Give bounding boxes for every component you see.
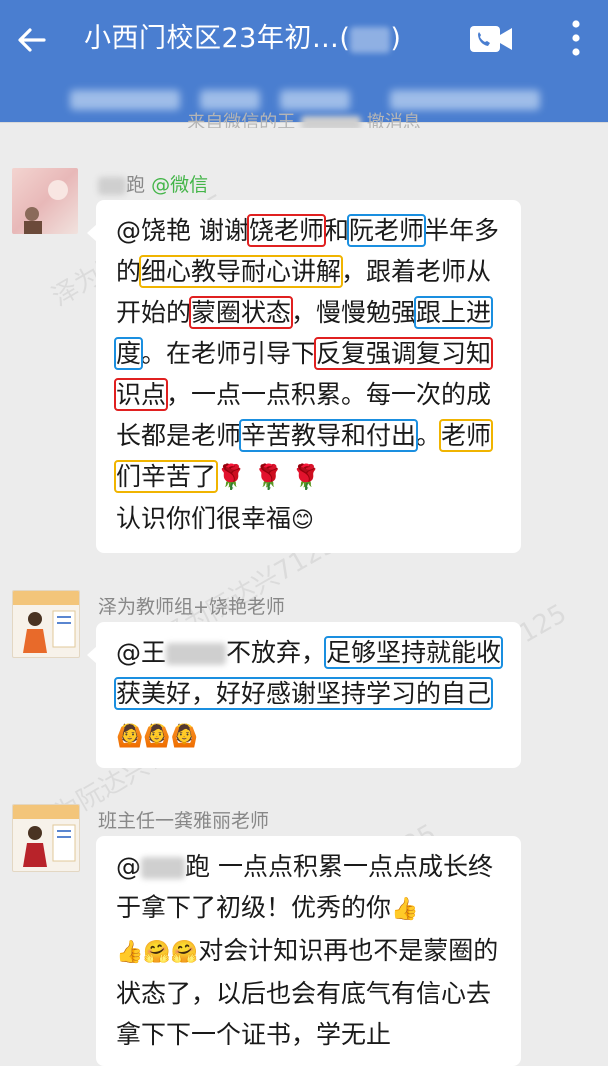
chat-title: 小西门校区23年初…() [84, 20, 401, 58]
back-arrow-icon[interactable] [14, 22, 50, 58]
more-icon[interactable] [566, 16, 586, 60]
rose-emoji-icon: 🌹 🌹 🌹 [216, 463, 321, 491]
sender-name: 班主任一龚雅丽老师 [98, 810, 270, 832]
message-bubble[interactable]: @ 跑 一点点积累一点点成长终于拿下了初级！优秀的你👍 👍🤗🤗对会计知识再也不是蒙圈… [96, 836, 521, 1066]
avatar[interactable] [12, 168, 78, 234]
video-call-icon[interactable] [468, 22, 514, 56]
redacted-block [200, 90, 260, 110]
sender-name: 跑 @微信 [98, 170, 208, 197]
avatar-photo-icon [24, 180, 68, 234]
chat-header: 小西门校区23年初…() [0, 0, 608, 78]
sender-name: 泽为教师组+饶艳老师 [98, 596, 285, 618]
chat-title-text: 小西门校区23年初…( [84, 23, 351, 54]
system-notice: 来自微信的王 撤消息 [187, 112, 421, 128]
message-bubble[interactable]: @饶艳 谢谢饶老师和阮老师半年多的细心教导耐心讲解，跟着老师从开始的蒙圈状态，慢… [87, 200, 521, 553]
redacted-count [350, 26, 391, 53]
emoji-group-icon: 👍🤗🤗 [116, 940, 199, 965]
teacher-avatar-icon [13, 805, 79, 867]
redacted-block [390, 90, 540, 110]
person-emoji-icon: 🙆🙆🙆 [116, 724, 199, 749]
avatar[interactable] [12, 804, 80, 872]
smile-emoji-icon: 😊 [291, 508, 314, 533]
avatar[interactable] [12, 590, 80, 658]
chat-title-suffix: ) [390, 23, 402, 54]
redacted-block [70, 90, 180, 110]
thumbs-up-emoji-icon: 👍 [391, 897, 419, 922]
message-bubble[interactable]: @王 不放弃，足够坚持就能收获美好，好好感谢坚持学习的自己🙆🙆🙆 [87, 622, 521, 768]
redacted-block [280, 90, 350, 110]
teacher-avatar-icon [13, 591, 79, 653]
